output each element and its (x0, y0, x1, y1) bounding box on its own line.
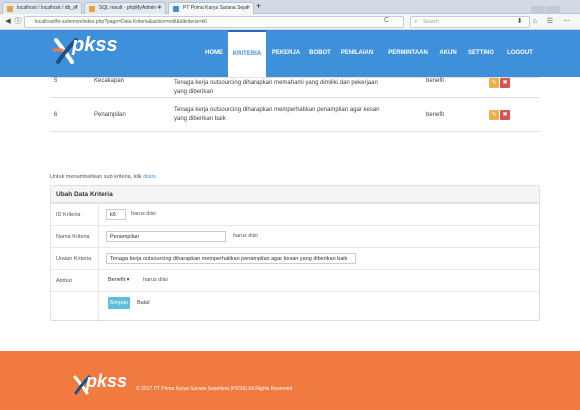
menu-item-home[interactable]: HOME (202, 30, 226, 77)
lock-icon: · (27, 19, 29, 25)
new-tab-icon[interactable]: + (256, 1, 261, 11)
form-row-description: Uraian Kriteria Tenaga kerja outsourcing… (51, 247, 539, 270)
id-label: ID Kriteria (56, 212, 81, 218)
phpmyadmin-icon (89, 6, 95, 12)
close-tab-icon[interactable]: × (246, 3, 250, 14)
page-footer: pkss © 2017 PT Prima Karya Sarana Sejaht… (0, 351, 580, 410)
menu-item-penilaian[interactable]: PENILAIAN (338, 30, 376, 77)
close-tab-icon[interactable]: × (158, 3, 162, 14)
menu-item-pekerja[interactable]: PEKERJA (270, 30, 302, 77)
app-logo-text[interactable]: pkss (72, 34, 118, 57)
attribute-label: Atribut (56, 278, 72, 284)
main-content: 5 Kecakapan Tenaga kerja outsourcing dih… (0, 77, 580, 351)
search-icon: ⌕ (414, 19, 418, 25)
menu-item-akun[interactable]: AKUN (438, 30, 458, 77)
browser-tab-label: localhost / localhost / db_sf (17, 5, 78, 11)
form-title: Ubah Data Kriteria (51, 186, 539, 203)
site-favicon-icon (173, 6, 179, 12)
close-tab-icon[interactable]: × (74, 3, 78, 14)
hint-text: Untuk menambahkan sub kriteria, klik (50, 174, 142, 180)
save-button[interactable]: Simpan (108, 297, 130, 309)
menu-item-permintaan[interactable]: PERMINTAAN (384, 30, 432, 77)
criteria-description: Tenaga kerja outsourcing diharapkan memp… (170, 97, 385, 132)
criteria-table: 5 Kecakapan Tenaga kerja outsourcing dih… (50, 77, 540, 133)
window-controls (530, 1, 578, 32)
url-text: localhost/fe-sufemon/index.php?page=Data… (35, 19, 207, 25)
edit-button[interactable]: ✎ (489, 78, 499, 88)
criteria-type: benefit (385, 77, 485, 98)
hint-link[interactable]: disini (143, 174, 156, 180)
browser-nav-bar: ◀ ⓘ · localhost/fe-sufemon/index.php?pag… (0, 14, 580, 30)
menu-item-logout[interactable]: LOGOUT (504, 30, 536, 77)
phpmyadmin-icon (7, 6, 13, 12)
cancel-button[interactable]: Batal (137, 297, 150, 309)
required-note: harus diisi (131, 211, 156, 217)
toolbar-icons[interactable]: ⬇ ⌂ ☰ ⋯ (517, 17, 574, 25)
address-bar[interactable]: · localhost/fe-sufemon/index.php?page=Da… (24, 16, 404, 28)
copyright-text: © 2017 PT Prima Karya Sarana Sejahtera (… (136, 386, 293, 392)
description-label: Uraian Kriteria (56, 256, 92, 262)
criteria-name: Kecakapan (90, 77, 170, 98)
row-number: 5 (50, 77, 90, 98)
required-note: harus diisi (143, 277, 168, 283)
form-row-name: Nama Kriteria Penampilan harus diisi (51, 225, 539, 248)
criteria-name: Penampilan (90, 97, 170, 132)
chevron-down-icon: ▾ (126, 277, 130, 283)
reload-icon[interactable]: C (384, 17, 389, 24)
search-placeholder: Search (423, 19, 439, 25)
footer-logo-text: pkss (86, 371, 128, 391)
minimize-button[interactable] (531, 6, 545, 14)
browser-tab-label: SQL result - phpMyAdmin 4 (99, 5, 161, 11)
table-row: 6 Penampilan Tenaga kerja outsourcing di… (50, 97, 540, 132)
criteria-description: Tenaga kerja outsourcing diharapkan mema… (170, 77, 385, 98)
app-header: pkss HOME KRITERIA PEKERJA BOBOT PENILAI… (0, 30, 580, 77)
attribute-value: Benefit (108, 277, 126, 283)
delete-button[interactable]: ✖ (500, 109, 510, 120)
table-row: 5 Kecakapan Tenaga kerja outsourcing dih… (50, 77, 540, 98)
page-info-icon[interactable]: ⓘ (13, 17, 23, 27)
menu-item-kriteria[interactable]: KRITERIA (228, 30, 266, 77)
back-icon[interactable]: ◀ (3, 17, 13, 27)
form-row-id: ID Kriteria k6 harus diisi (51, 203, 539, 226)
required-note: harus diisi (233, 233, 258, 239)
browser-tab-2[interactable]: SQL result - phpMyAdmin 4 × (84, 2, 166, 14)
menu-item-setting[interactable]: SETTING (466, 30, 496, 77)
row-number: 6 (50, 97, 90, 132)
browser-tab-1[interactable]: localhost / localhost / db_sf × (2, 2, 82, 14)
criteria-type: benefit (385, 97, 485, 132)
id-field[interactable]: k6 (106, 209, 126, 220)
description-field[interactable]: Tenaga kerja outsourcing diharapkan memp… (106, 253, 356, 264)
browser-tab-3[interactable]: PT Prima Karya Sarana Sejat × (168, 2, 254, 14)
delete-button[interactable]: ✖ (500, 78, 510, 88)
name-label: Nama Kriteria (56, 234, 90, 240)
edit-criteria-form: Ubah Data Kriteria ID Kriteria k6 harus … (50, 185, 540, 322)
browser-tab-bar: localhost / localhost / db_sf × SQL resu… (0, 0, 580, 32)
browser-search-box[interactable]: ⌕ Search (410, 16, 530, 28)
name-field[interactable]: Penampilan (106, 231, 226, 242)
attribute-select[interactable]: Benefit ▾ (108, 275, 129, 286)
form-row-actions: Simpan Batal (51, 291, 539, 322)
maximize-button[interactable] (546, 6, 560, 14)
edit-button[interactable]: ✎ (489, 109, 499, 120)
browser-tab-label: PT Prima Karya Sarana Sejat (183, 5, 249, 11)
menu-item-bobot[interactable]: BOBOT (307, 30, 333, 77)
sub-criteria-hint: Untuk menambahkan sub kriteria, klik dis… (50, 174, 156, 180)
form-row-attribute: Atribut Benefit ▾ harus diisi (51, 269, 539, 292)
